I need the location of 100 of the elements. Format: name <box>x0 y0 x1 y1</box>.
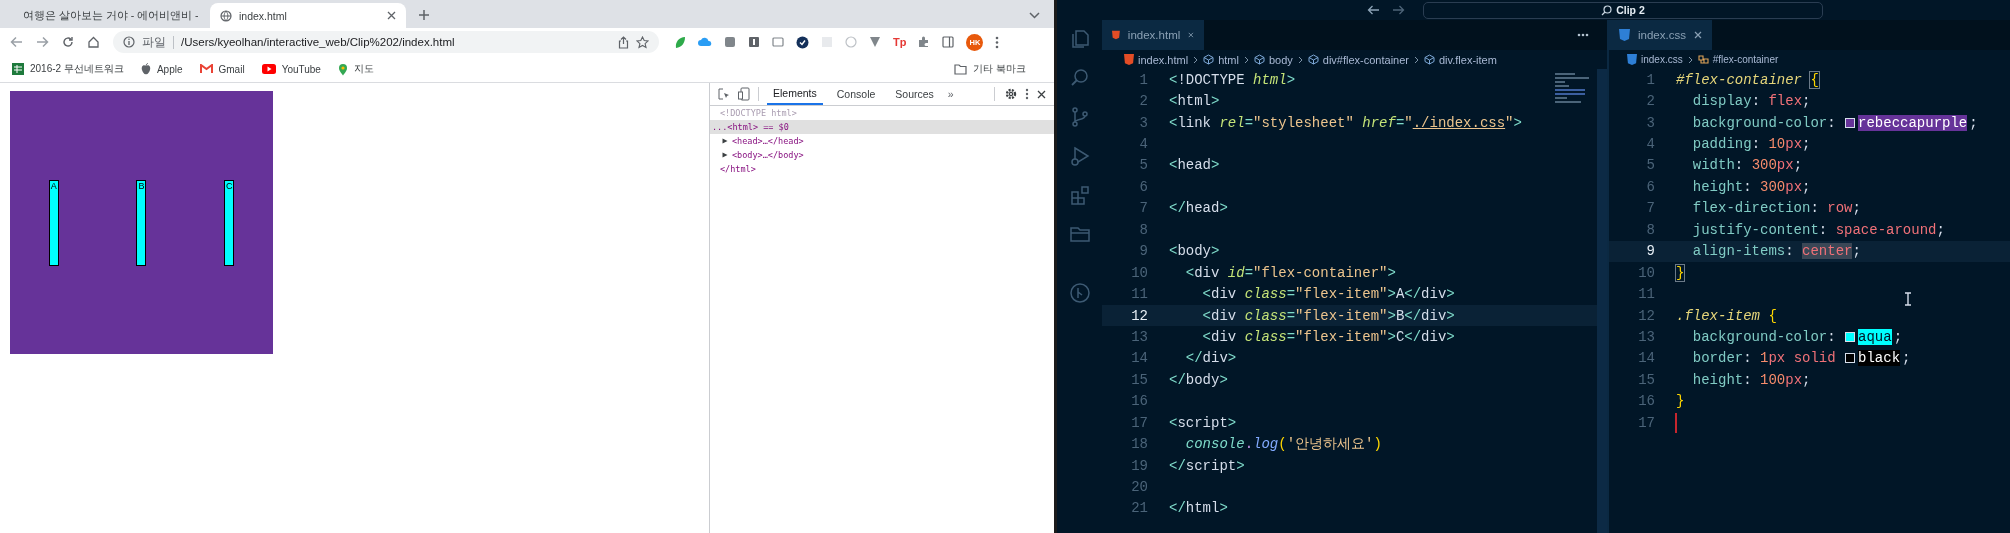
code-line: </html> <box>1169 500 1228 517</box>
breadcrumb[interactable]: #flex-container <box>1697 54 1779 65</box>
cube-icon <box>1424 54 1435 65</box>
inspect-icon[interactable] <box>718 88 730 100</box>
spreadsheet-icon <box>12 63 24 75</box>
timeline-icon[interactable] <box>1068 282 1091 304</box>
devtools-tab[interactable]: Sources <box>889 83 940 105</box>
line-number: 2 <box>1138 93 1148 110</box>
breadcrumb[interactable]: html <box>1203 53 1239 66</box>
code-line: } <box>1676 264 1685 281</box>
menu-icon[interactable] <box>1025 88 1029 100</box>
bookmark[interactable]: 지도 <box>337 62 374 76</box>
chevron-icon <box>1414 55 1419 64</box>
bookmark[interactable]: YouTube <box>261 63 321 75</box>
line-number: 11 <box>1637 286 1655 303</box>
browser-tab[interactable]: index.html <box>210 3 406 28</box>
menu-icon[interactable] <box>995 35 1000 49</box>
expand-arrow-icon[interactable] <box>722 138 728 144</box>
more-icon[interactable] <box>1577 33 1589 37</box>
forward-icon[interactable] <box>1392 5 1405 15</box>
line-number: 10 <box>1130 264 1148 281</box>
map-pin-icon <box>337 62 348 76</box>
mail-icon <box>199 64 213 74</box>
back-icon[interactable] <box>1367 5 1380 15</box>
more-tabs-button[interactable]: » <box>947 88 954 100</box>
editor-tab[interactable]: index.html <box>1102 20 1204 50</box>
home-icon[interactable] <box>87 36 100 48</box>
line-number: 12 <box>1637 307 1655 324</box>
code-line: <div class="flex-item">A</div> <box>1201 286 1455 303</box>
devtools-tab[interactable]: Console <box>830 83 882 105</box>
line-number: 3 <box>1138 114 1148 131</box>
new-tab-icon[interactable] <box>418 9 430 21</box>
close-icon[interactable] <box>387 11 396 20</box>
breadcrumb[interactable]: index.html <box>1124 53 1189 66</box>
puzzle-icon[interactable] <box>918 36 931 48</box>
expand-arrow-icon[interactable] <box>722 152 728 158</box>
line-number: 4 <box>1645 136 1655 153</box>
extension-badge[interactable]: Tp <box>893 36 907 48</box>
scrollbar[interactable] <box>1597 69 1607 533</box>
cube-icon <box>1307 54 1319 65</box>
star-icon[interactable] <box>636 35 649 49</box>
line-number: 5 <box>1138 157 1148 174</box>
reload-icon[interactable] <box>62 36 74 48</box>
code-line: .flex-item { <box>1676 307 1777 324</box>
square-icon[interactable] <box>772 36 784 48</box>
square-icon[interactable] <box>724 36 736 48</box>
line-number: 14 <box>1637 350 1655 367</box>
device-icon[interactable] <box>738 87 750 101</box>
bookmark[interactable]: Gmail <box>199 63 245 75</box>
site-info-label[interactable]: 파일 <box>142 34 166 50</box>
share-icon[interactable] <box>618 35 629 49</box>
devtools-tab[interactable]: Elements <box>767 83 823 105</box>
line-number: 7 <box>1138 200 1148 217</box>
dom-node[interactable]: <body>…</body> <box>732 150 804 160</box>
line-number: 17 <box>1637 414 1655 431</box>
code-line: <div class="flex-item">B</div> <box>1201 307 1455 324</box>
line-number: 1 <box>1645 71 1655 88</box>
code-line: </div> <box>1184 350 1237 367</box>
symbol-icon <box>1697 54 1709 65</box>
close-icon[interactable] <box>1037 89 1046 99</box>
line-number: 4 <box>1138 136 1148 153</box>
run-debug-icon[interactable] <box>1068 145 1091 167</box>
cloud-icon[interactable] <box>698 37 712 47</box>
line-number: 16 <box>1637 393 1655 410</box>
check-circle-icon[interactable] <box>796 35 809 49</box>
bookmark[interactable]: Apple <box>140 63 183 75</box>
dom-node[interactable]: <head>…</head> <box>732 136 804 146</box>
apple-icon <box>140 63 151 75</box>
color-swatch-icon[interactable] <box>1845 117 1856 128</box>
search-text: Clip 2 <box>1616 4 1645 16</box>
close-icon[interactable] <box>1693 31 1702 39</box>
line-number: 18 <box>1130 436 1148 453</box>
color-swatch-icon[interactable] <box>1845 353 1856 364</box>
color-swatch-icon[interactable] <box>1845 331 1856 342</box>
breadcrumb[interactable]: div.flex-item <box>1424 53 1497 66</box>
bookmark[interactable]: 2016-2 무선네트워크 <box>12 62 124 76</box>
caret-icon[interactable] <box>1029 12 1040 19</box>
code-line: <div id="flex-container"> <box>1184 264 1396 281</box>
breadcrumb[interactable]: index.css <box>1627 54 1683 65</box>
settings-icon[interactable] <box>1005 88 1017 100</box>
code-line: align-items: center; <box>1691 243 1861 260</box>
breadcrumb[interactable]: body <box>1253 53 1293 66</box>
leaf-icon[interactable] <box>674 35 686 49</box>
code-line: <!DOCTYPE html> <box>1169 71 1296 88</box>
side-panel-icon[interactable] <box>942 36 955 48</box>
info-icon[interactable] <box>123 36 135 48</box>
address-bar[interactable]: 파일 /Users/kyeolhan/interactive_web/Clip%202/index.html <box>113 31 659 53</box>
square-icon[interactable] <box>748 36 760 48</box>
url-text[interactable]: /Users/kyeolhan/interactive_web/Clip%202/index.html <box>181 36 611 48</box>
line-number: 9 <box>1645 243 1655 260</box>
bookmark-folder[interactable]: 기타 북마크 <box>954 62 1026 76</box>
funnel-icon[interactable] <box>869 36 881 48</box>
editor-tab[interactable]: index.css <box>1609 20 1712 50</box>
breadcrumb[interactable]: div#flex-container <box>1307 53 1409 66</box>
dom-node[interactable]: </html> <box>720 164 756 174</box>
dom-node[interactable]: ...<html> == $0 <box>712 122 789 132</box>
browser-tab[interactable]: 여행은 살아보는 거야 - 에어비앤비 - <box>6 3 206 28</box>
command-center[interactable]: Clip 2 <box>1423 1 1823 19</box>
line-number: 21 <box>1130 500 1148 517</box>
globe-icon <box>220 9 232 22</box>
